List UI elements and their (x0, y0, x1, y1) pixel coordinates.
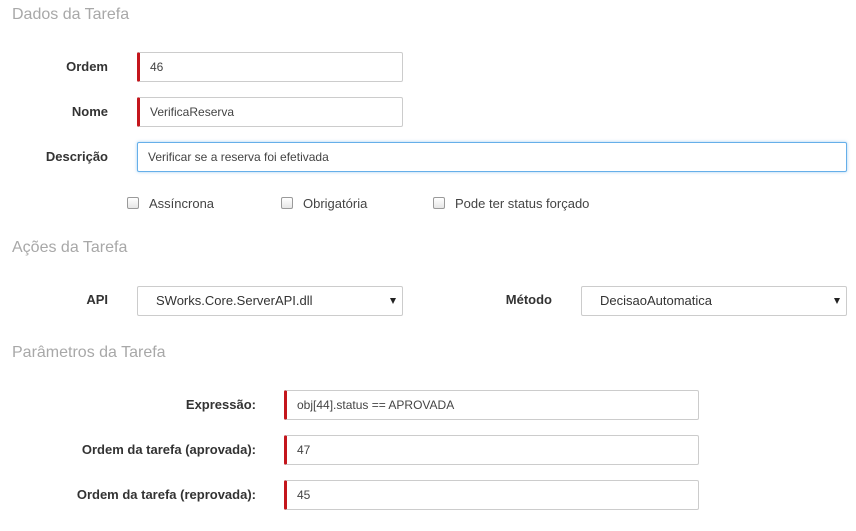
checkbox-status-forcado-box[interactable] (433, 197, 445, 209)
nome-label: Nome (71, 104, 108, 119)
expressao-input[interactable]: obj[44].status == APROVADA (284, 390, 699, 420)
descricao-label: Descrição (45, 149, 108, 164)
checkbox-status-forcado-label: Pode ter status forçado (455, 195, 590, 211)
chevron-down-icon (390, 298, 396, 304)
ordem-aprovada-input-value: 47 (297, 443, 311, 457)
nome-input[interactable]: VerificaReserva (137, 97, 403, 127)
checkbox-status-forcado[interactable]: Pode ter status forçado (433, 195, 589, 211)
expressao-label: Expressão: (185, 397, 256, 412)
section-title-acoes: Ações da Tarefa (12, 239, 128, 256)
api-select-value: SWorks.Core.ServerAPI.dll (156, 293, 313, 308)
ordem-label: Ordem (66, 59, 108, 74)
section-title-dados: Dados da Tarefa (12, 6, 130, 23)
expressao-input-value: obj[44].status == APROVADA (297, 398, 455, 412)
descricao-input-value: Verificar se a reserva foi efetivada (148, 150, 329, 164)
checkbox-obrigatoria-box[interactable] (281, 197, 293, 209)
checkbox-assincrona-box[interactable] (127, 197, 139, 209)
ordem-aprovada-input[interactable]: 47 (284, 435, 699, 465)
section-title-parametros: Parâmetros da Tarefa (12, 344, 166, 361)
chevron-down-icon (834, 298, 840, 304)
ordem-reprovada-label: Ordem da tarefa (reprovada): (76, 487, 256, 502)
checkbox-assincrona[interactable]: Assíncrona (127, 195, 214, 211)
checkbox-obrigatoria-label: Obrigatória (303, 195, 368, 211)
api-label: API (86, 292, 108, 307)
checkbox-obrigatoria[interactable]: Obrigatória (281, 195, 367, 211)
ordem-input-value: 46 (150, 60, 164, 74)
metodo-label: Método (505, 292, 552, 307)
nome-input-value: VerificaReserva (150, 105, 235, 119)
metodo-select-value: DecisaoAutomatica (600, 293, 712, 308)
ordem-reprovada-input[interactable]: 45 (284, 480, 699, 510)
metodo-select[interactable]: DecisaoAutomatica (581, 286, 847, 316)
descricao-input[interactable]: Verificar se a reserva foi efetivada (137, 142, 847, 172)
ordem-reprovada-input-value: 45 (297, 488, 311, 502)
ordem-aprovada-label: Ordem da tarefa (aprovada): (81, 442, 256, 457)
checkbox-assincrona-label: Assíncrona (149, 195, 215, 211)
api-select[interactable]: SWorks.Core.ServerAPI.dll (137, 286, 403, 316)
ordem-input[interactable]: 46 (137, 52, 403, 82)
